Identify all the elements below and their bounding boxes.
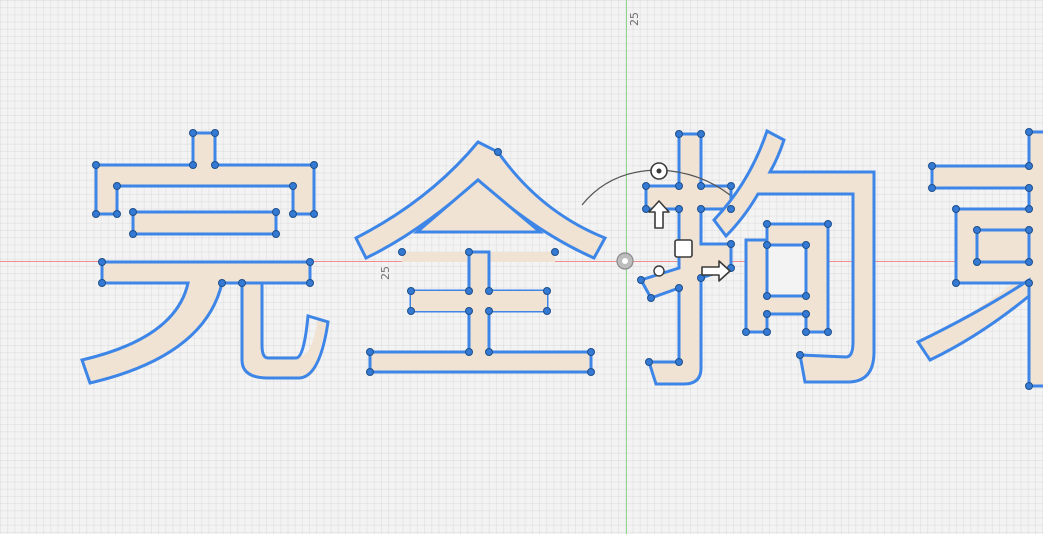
rotate-handle-icon[interactable]	[650, 162, 668, 180]
gizmo-small-handle[interactable]	[653, 265, 665, 277]
glyph-soku[interactable]	[915, 128, 1043, 390]
sketch-canvas[interactable]	[0, 0, 1043, 534]
pivot-icon[interactable]	[616, 252, 634, 270]
scale-square-icon[interactable]	[674, 239, 693, 258]
glyph-kan[interactable]	[80, 129, 330, 385]
glyph-zen[interactable]	[353, 140, 608, 376]
glyph-kou[interactable]	[637, 128, 876, 386]
